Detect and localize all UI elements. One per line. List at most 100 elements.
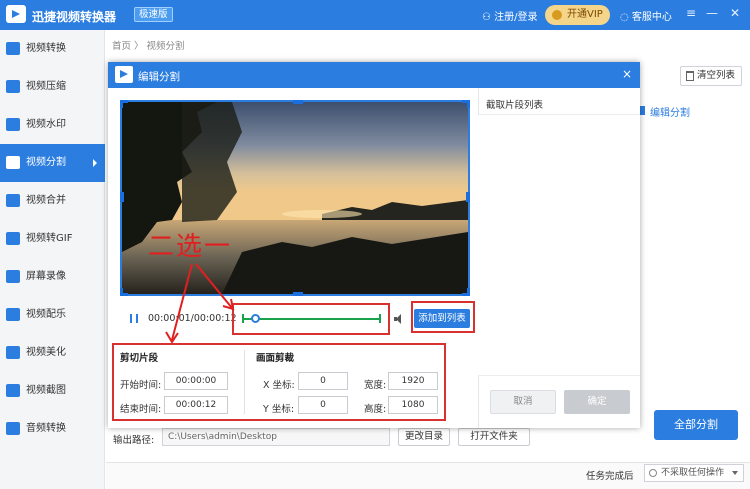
sidebar-item-screen-record[interactable]: 屏幕录像 bbox=[0, 258, 105, 296]
video-frame bbox=[122, 102, 468, 294]
screen-record-icon bbox=[6, 270, 20, 283]
sidebar-item-label: 音频转换 bbox=[26, 423, 66, 434]
sidebar-item-beautify[interactable]: 视频美化 bbox=[0, 334, 105, 372]
timecode: 00:00:01/00:00:12 bbox=[148, 313, 237, 324]
sidebar-item-label: 视频配乐 bbox=[26, 309, 66, 320]
screenshot-icon bbox=[6, 384, 20, 397]
menu-icon[interactable]: ≡ bbox=[686, 6, 696, 20]
crop-edge-handle[interactable] bbox=[293, 100, 303, 104]
split-all-button[interactable]: 全部分割 bbox=[654, 410, 738, 440]
sidebar-item-label: 视频水印 bbox=[26, 119, 66, 130]
cancel-button[interactable]: 取消 bbox=[490, 390, 556, 414]
change-directory-button[interactable]: 更改目录 bbox=[398, 428, 450, 446]
vip-label: 开通VIP bbox=[567, 9, 603, 20]
login-link[interactable]: ⚇ 注册/登录 bbox=[482, 8, 538, 23]
sidebar-item-label: 视频截图 bbox=[26, 385, 66, 396]
chevron-down-icon bbox=[732, 471, 738, 475]
sidebar-item-label: 视频分割 bbox=[26, 157, 66, 168]
sidebar-item-label: 视频美化 bbox=[26, 347, 66, 358]
output-path-label: 输出路径: bbox=[113, 435, 155, 446]
crop-corner-handle[interactable] bbox=[462, 100, 470, 108]
support-link[interactable]: ◌ 客服中心 bbox=[620, 8, 672, 23]
merge-icon bbox=[6, 194, 20, 207]
width-label: 宽度: bbox=[364, 380, 387, 391]
divider bbox=[244, 350, 245, 414]
sidebar-item-label: 视频合并 bbox=[26, 195, 66, 206]
on-complete-select[interactable]: 不采取任何操作 bbox=[644, 464, 744, 482]
start-time-input[interactable]: 00:00:00 bbox=[164, 372, 228, 390]
add-to-list-button[interactable]: 添加到列表 bbox=[414, 309, 470, 328]
sidebar-item-gif[interactable]: 视频转GIF bbox=[0, 220, 105, 258]
edit-split-link[interactable]: 编辑分割 bbox=[636, 104, 690, 119]
end-time-input[interactable]: 00:00:12 bbox=[164, 396, 228, 414]
app-logo-icon bbox=[6, 5, 26, 23]
support-label: 客服中心 bbox=[631, 12, 672, 23]
sidebar-item-convert[interactable]: 视频转换 bbox=[0, 30, 105, 68]
y-coord-label: Y 坐标: bbox=[263, 404, 295, 415]
title-bar: 迅捷视频转换器 极速版 ⚇ 注册/登录 开通VIP ◌ 客服中心 ≡ — ✕ bbox=[0, 0, 750, 30]
open-folder-button[interactable]: 打开文件夹 bbox=[458, 428, 530, 446]
output-path-field[interactable]: C:\Users\admin\Desktop bbox=[162, 428, 390, 446]
crop-corner-handle[interactable] bbox=[120, 288, 128, 296]
crop-edge-handle[interactable] bbox=[120, 192, 124, 202]
start-time-label: 开始时间: bbox=[120, 380, 162, 391]
sidebar-item-music[interactable]: 视频配乐 bbox=[0, 296, 105, 334]
close-window-icon[interactable]: ✕ bbox=[730, 6, 740, 20]
on-complete-value: 不采取任何操作 bbox=[661, 468, 725, 478]
crop-corner-handle[interactable] bbox=[120, 100, 128, 108]
sidebar-item-audio[interactable]: 音频转换 bbox=[0, 410, 105, 448]
annotation-text: 二选一 bbox=[148, 232, 233, 262]
split-icon bbox=[6, 156, 20, 169]
trim-end-handle[interactable] bbox=[379, 314, 381, 323]
playhead-knob[interactable] bbox=[251, 314, 260, 323]
clip-list[interactable] bbox=[478, 114, 640, 376]
minimize-icon[interactable]: — bbox=[706, 6, 718, 20]
clip-list-title: 截取片段列表 bbox=[486, 100, 544, 111]
clip-section-title: 剪切片段 bbox=[120, 353, 159, 364]
clear-list-label: 清空列表 bbox=[697, 70, 736, 81]
breadcrumb: 首页 〉 视频分割 bbox=[112, 41, 185, 52]
dialog-close-icon[interactable]: × bbox=[622, 67, 632, 81]
sidebar-item-screenshot[interactable]: 视频截图 bbox=[0, 372, 105, 410]
sidebar-item-split[interactable]: 视频分割 bbox=[0, 144, 105, 182]
y-coord-input[interactable]: 0 bbox=[298, 396, 348, 414]
crop-section-title: 画面剪裁 bbox=[256, 353, 295, 364]
sidebar: 视频转换 视频压缩 视频水印 视频分割 视频合并 视频转GIF 屏幕录像 视频配… bbox=[0, 30, 105, 489]
login-label: 注册/登录 bbox=[494, 12, 538, 23]
vip-button[interactable]: 开通VIP bbox=[545, 5, 610, 25]
crop-corner-handle[interactable] bbox=[462, 288, 470, 296]
dialog-app-icon bbox=[115, 66, 133, 83]
beautify-icon bbox=[6, 346, 20, 359]
sidebar-item-label: 屏幕录像 bbox=[26, 271, 66, 282]
trim-track[interactable] bbox=[242, 318, 380, 320]
compress-icon bbox=[6, 80, 20, 93]
edition-badge: 极速版 bbox=[134, 7, 173, 22]
sidebar-item-merge[interactable]: 视频合并 bbox=[0, 182, 105, 220]
ok-button[interactable]: 确定 bbox=[564, 390, 630, 414]
gif-icon bbox=[6, 232, 20, 245]
width-input[interactable]: 1920 bbox=[388, 372, 438, 390]
crop-edge-handle[interactable] bbox=[293, 292, 303, 296]
crop-edge-handle[interactable] bbox=[466, 192, 470, 202]
sidebar-item-watermark[interactable]: 视频水印 bbox=[0, 106, 105, 144]
end-time-label: 结束时间: bbox=[120, 404, 162, 415]
trash-icon bbox=[686, 71, 694, 81]
volume-icon[interactable] bbox=[394, 314, 404, 324]
height-input[interactable]: 1080 bbox=[388, 396, 438, 414]
music-icon bbox=[6, 308, 20, 321]
dialog-title: 编辑分割 bbox=[138, 71, 180, 83]
trim-start-handle[interactable] bbox=[242, 314, 244, 323]
sidebar-item-compress[interactable]: 视频压缩 bbox=[0, 68, 105, 106]
chat-icon: ◌ bbox=[620, 12, 632, 23]
audio-icon bbox=[6, 422, 20, 435]
video-preview[interactable] bbox=[120, 100, 470, 296]
sidebar-item-label: 视频压缩 bbox=[26, 81, 66, 92]
x-coord-input[interactable]: 0 bbox=[298, 372, 348, 390]
dialog-title-bar: 编辑分割 × bbox=[108, 62, 640, 88]
sidebar-item-label: 视频转GIF bbox=[26, 233, 73, 244]
app-name: 迅捷视频转换器 bbox=[32, 10, 117, 24]
x-coord-label: X 坐标: bbox=[263, 380, 295, 391]
on-complete-label: 任务完成后 bbox=[586, 471, 634, 482]
clear-list-button[interactable]: 清空列表 bbox=[680, 66, 742, 86]
pause-button[interactable] bbox=[130, 314, 138, 323]
